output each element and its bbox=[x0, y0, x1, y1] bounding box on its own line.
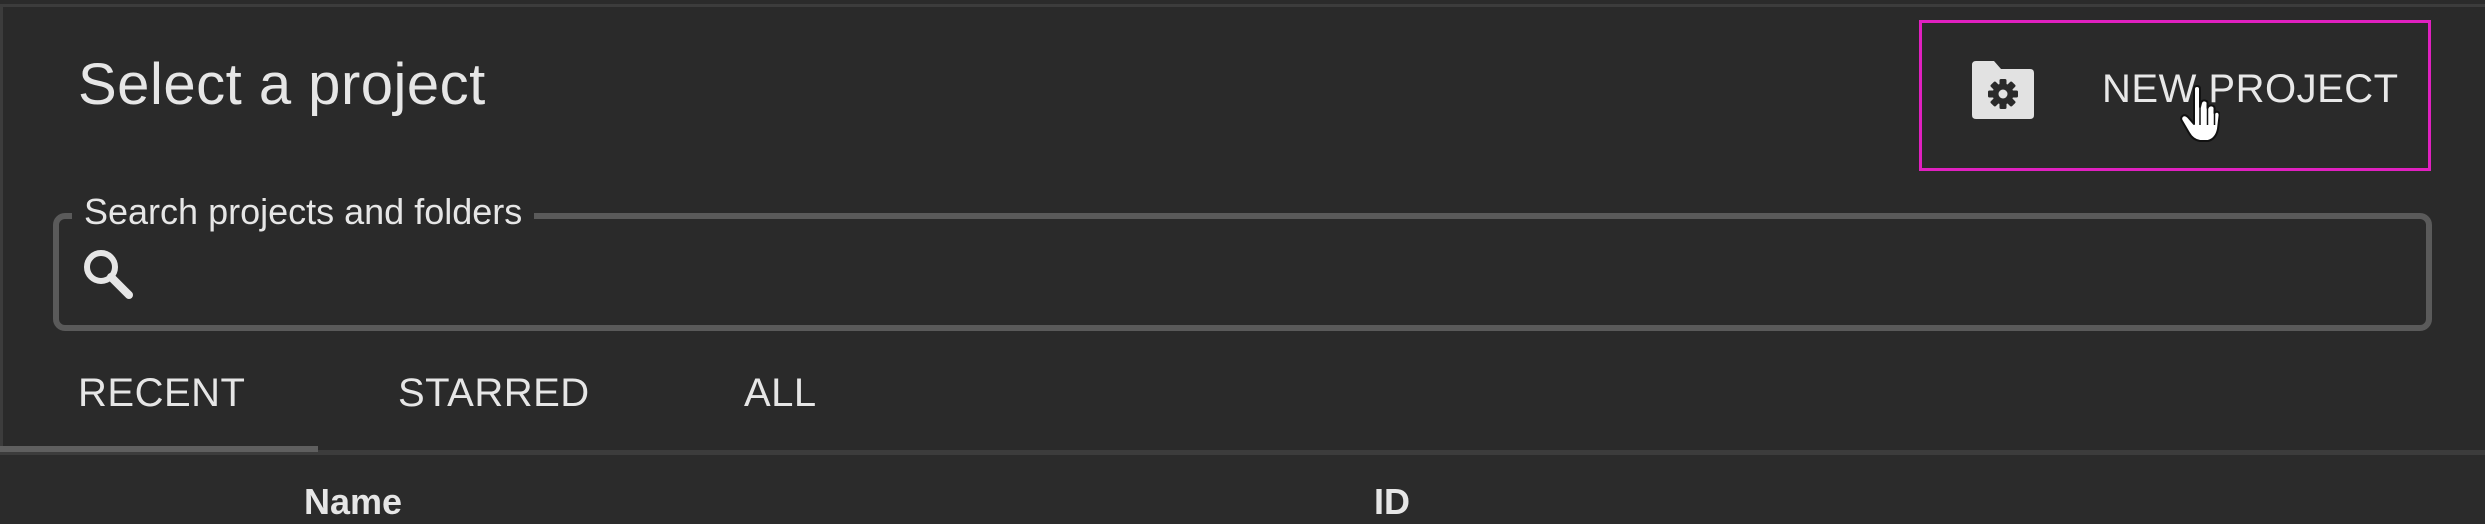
search-input[interactable] bbox=[150, 235, 2394, 317]
search-icon bbox=[84, 250, 133, 299]
tab-recent[interactable]: RECENT bbox=[78, 368, 245, 418]
tab-starred[interactable]: STARRED bbox=[398, 368, 590, 418]
column-header-id[interactable]: ID bbox=[1374, 480, 1410, 524]
dialog-title: Select a project bbox=[78, 52, 486, 117]
search-field-label: Search projects and folders bbox=[72, 190, 535, 234]
folder-settings-icon bbox=[1972, 61, 2034, 119]
tabs-divider bbox=[0, 452, 2485, 455]
tab-all[interactable]: ALL bbox=[744, 368, 817, 418]
new-project-button[interactable]: NEW PROJECT bbox=[1919, 20, 2431, 171]
column-header-name[interactable]: Name bbox=[304, 480, 402, 524]
new-project-label: NEW PROJECT bbox=[2102, 67, 2399, 111]
